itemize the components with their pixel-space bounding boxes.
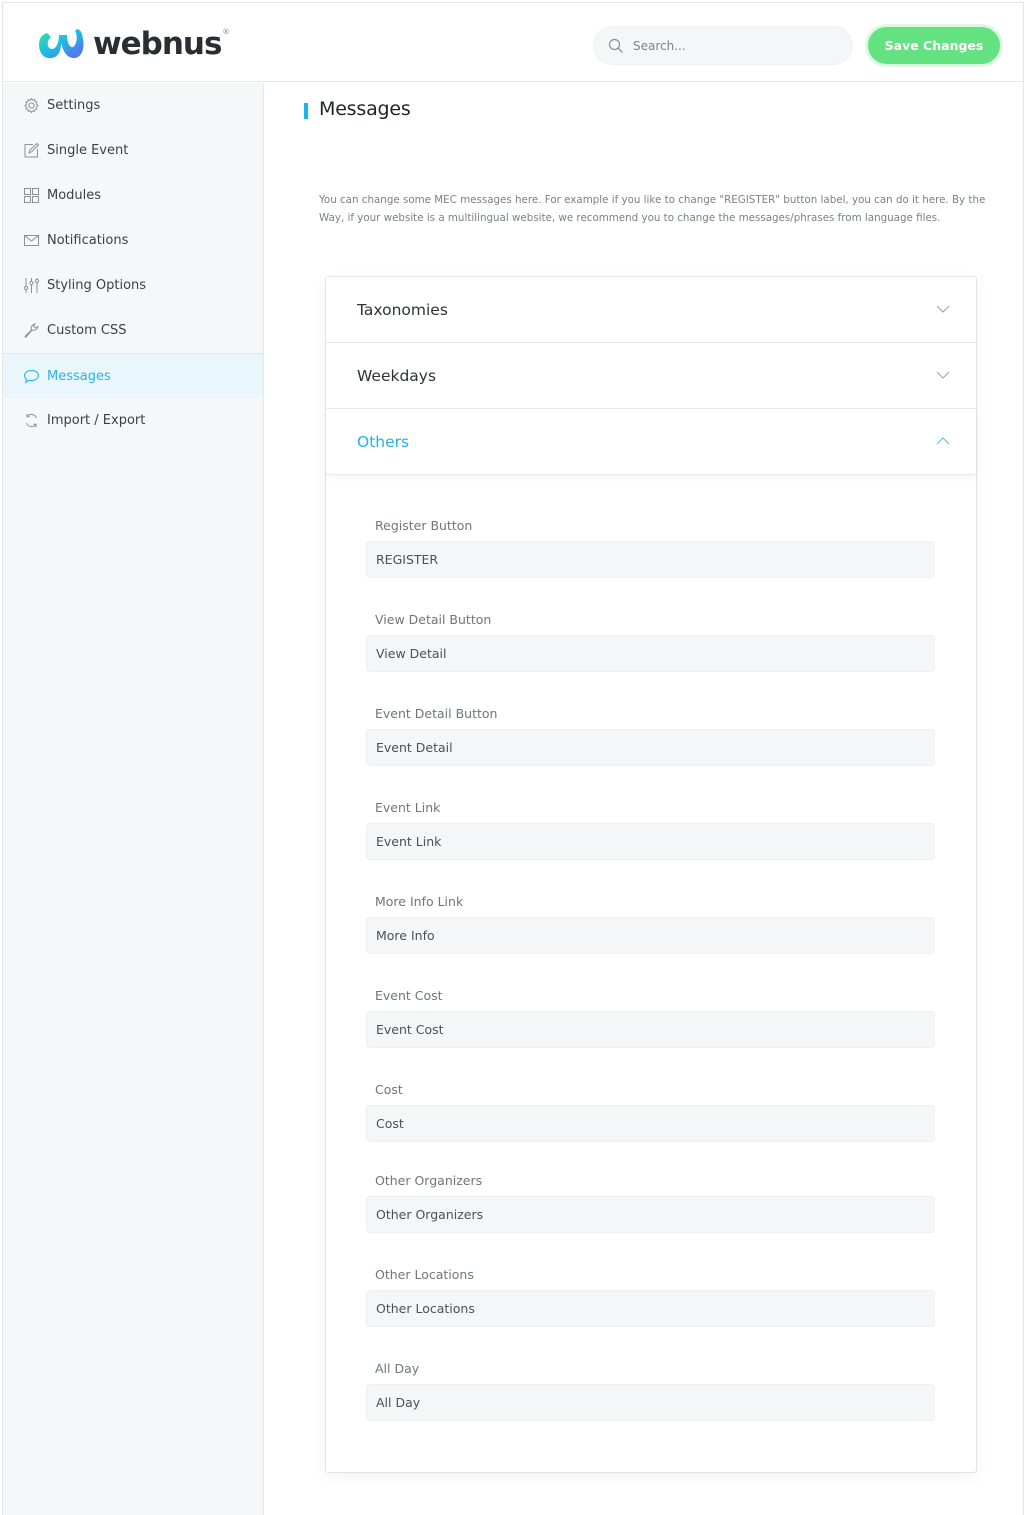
more-info-link-input[interactable] bbox=[366, 917, 935, 954]
sidebar-item-notifications[interactable]: Notifications bbox=[3, 218, 263, 263]
sidebar-item-import-export[interactable]: Import / Export bbox=[3, 398, 263, 443]
speech-bubble-icon bbox=[22, 367, 40, 385]
sidebar-item-custom-css[interactable]: Custom CSS bbox=[3, 308, 263, 353]
accordion-label: Taxonomies bbox=[357, 300, 448, 319]
field-label-other-locations: Other Locations bbox=[375, 1267, 474, 1282]
search-input[interactable] bbox=[633, 38, 833, 53]
title-accent-bar bbox=[304, 103, 308, 119]
top-header: webnus ® Save Changes bbox=[3, 3, 1023, 82]
field-label-view-detail-button: View Detail Button bbox=[375, 612, 492, 627]
field-label-event-link: Event Link bbox=[375, 800, 441, 815]
event-link-input[interactable] bbox=[366, 823, 935, 860]
page-title: Messages bbox=[319, 98, 411, 120]
edit-icon bbox=[22, 142, 40, 160]
sidebar-item-single-event[interactable]: Single Event bbox=[3, 128, 263, 173]
field-label-more-info-link: More Info Link bbox=[375, 894, 464, 909]
sliders-icon bbox=[22, 277, 40, 295]
sidebar-item-label: Import / Export bbox=[47, 413, 146, 428]
cost-input[interactable] bbox=[366, 1105, 935, 1142]
search-box[interactable] bbox=[593, 26, 853, 65]
brand-logo[interactable]: webnus ® bbox=[37, 26, 230, 62]
event-cost-input[interactable] bbox=[366, 1011, 935, 1048]
webnus-logo-icon bbox=[39, 29, 84, 59]
accordion-label: Weekdays bbox=[357, 366, 437, 385]
sidebar-item-settings[interactable]: Settings bbox=[3, 83, 263, 128]
chevron-down-icon bbox=[936, 371, 950, 379]
sidebar-item-modules[interactable]: Modules bbox=[3, 173, 263, 218]
accordion-label: Others bbox=[357, 432, 410, 451]
sidebar-item-label: Notifications bbox=[47, 233, 129, 248]
event-detail-button-input[interactable] bbox=[366, 729, 935, 766]
all-day-input[interactable] bbox=[366, 1384, 935, 1421]
brand-name: webnus bbox=[93, 26, 222, 62]
messages-panel: Taxonomies Weekdays Others Register Butt… bbox=[325, 276, 977, 1473]
registered-mark: ® bbox=[222, 28, 230, 36]
accordion-weekdays[interactable]: Weekdays bbox=[326, 343, 976, 409]
sidebar-item-label: Custom CSS bbox=[47, 323, 127, 338]
field-label-other-organizers: Other Organizers bbox=[375, 1173, 483, 1188]
sidebar-item-label: Single Event bbox=[47, 143, 129, 158]
accordion-others[interactable]: Others bbox=[326, 409, 976, 475]
sidebar: Settings Single Event Modules Notificati… bbox=[3, 83, 264, 1515]
register-button-input[interactable] bbox=[366, 541, 935, 578]
page-description: You can change some MEC messages here. F… bbox=[319, 194, 986, 224]
chevron-down-icon bbox=[936, 305, 950, 313]
refresh-icon bbox=[22, 412, 40, 430]
grid-icon bbox=[22, 187, 40, 205]
other-locations-input[interactable] bbox=[366, 1290, 935, 1327]
sidebar-item-styling-options[interactable]: Styling Options bbox=[3, 263, 263, 308]
view-detail-button-input[interactable] bbox=[366, 635, 935, 672]
sidebar-item-label: Modules bbox=[47, 188, 102, 203]
field-label-register-button: Register Button bbox=[375, 518, 473, 533]
sidebar-item-label: Settings bbox=[47, 98, 101, 113]
sidebar-item-label: Messages bbox=[47, 368, 111, 384]
wrench-icon bbox=[22, 322, 40, 340]
save-changes-button[interactable]: Save Changes bbox=[865, 24, 1003, 67]
field-label-cost: Cost bbox=[375, 1082, 403, 1097]
field-label-all-day: All Day bbox=[375, 1361, 420, 1376]
envelope-icon bbox=[22, 232, 40, 250]
sidebar-item-messages[interactable]: Messages bbox=[3, 353, 263, 398]
field-label-event-detail-button: Event Detail Button bbox=[375, 706, 498, 721]
accordion-taxonomies[interactable]: Taxonomies bbox=[326, 277, 976, 343]
field-label-event-cost: Event Cost bbox=[375, 988, 443, 1003]
sidebar-item-label: Styling Options bbox=[47, 278, 147, 293]
search-icon bbox=[608, 38, 623, 53]
other-organizers-input[interactable] bbox=[366, 1196, 935, 1233]
gear-icon bbox=[22, 97, 40, 115]
chevron-up-icon bbox=[936, 437, 950, 445]
